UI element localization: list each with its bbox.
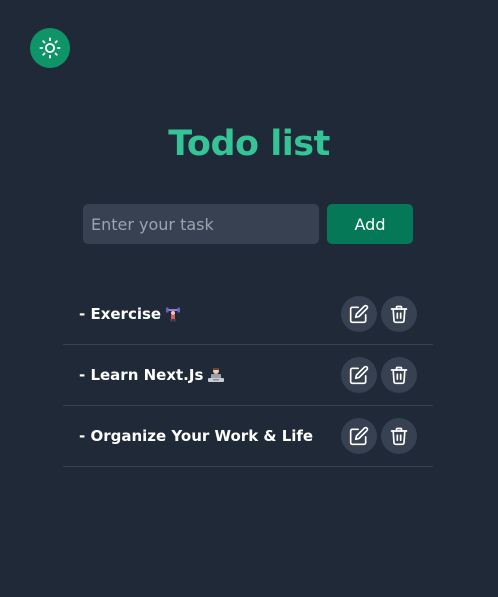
- task-actions: [341, 418, 417, 454]
- edit-icon: [349, 426, 369, 446]
- trash-icon: [390, 305, 408, 324]
- edit-button[interactable]: [341, 296, 377, 332]
- task-actions: [341, 296, 417, 332]
- task-text: - Exercise: [79, 305, 181, 323]
- task-list: - Exercise - Learn Next.Js - Organize Yo…: [63, 284, 433, 467]
- task-item: - Organize Your Work & Life: [63, 406, 433, 467]
- trash-icon: [390, 366, 408, 385]
- delete-button[interactable]: [381, 296, 417, 332]
- weightlifter-icon: [165, 306, 181, 322]
- task-label: - Learn Next.Js: [79, 366, 204, 384]
- edit-button[interactable]: [341, 418, 377, 454]
- task-input[interactable]: [83, 204, 319, 244]
- task-item: - Exercise: [63, 284, 433, 345]
- task-item: - Learn Next.Js: [63, 345, 433, 406]
- task-text: - Learn Next.Js: [79, 366, 225, 384]
- task-label: - Organize Your Work & Life: [79, 427, 314, 445]
- trash-icon: [390, 427, 408, 446]
- task-label: - Exercise: [79, 305, 162, 323]
- sun-icon: [39, 37, 61, 59]
- add-task-button[interactable]: Add: [327, 204, 413, 244]
- task-text: - Organize Your Work & Life: [79, 427, 313, 445]
- delete-button[interactable]: [381, 418, 417, 454]
- edit-icon: [349, 304, 369, 324]
- edit-button[interactable]: [341, 357, 377, 393]
- delete-button[interactable]: [381, 357, 417, 393]
- page-title: Todo list: [168, 124, 330, 164]
- task-actions: [341, 357, 417, 393]
- theme-toggle-button[interactable]: [30, 28, 70, 68]
- technologist-icon: [207, 367, 225, 383]
- edit-icon: [349, 365, 369, 385]
